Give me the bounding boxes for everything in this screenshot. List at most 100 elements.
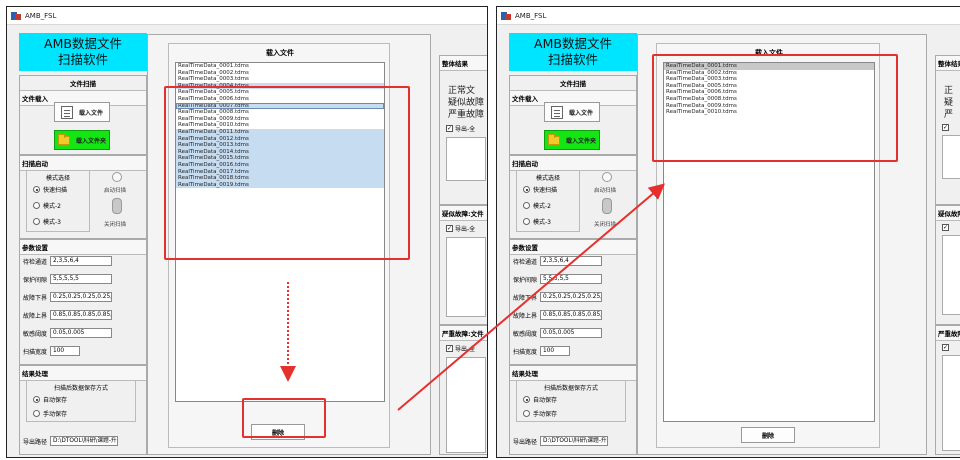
severe-result-title: 严重故障:文件 <box>440 326 487 341</box>
file-list-item[interactable]: RealTimeData_0001.tdms <box>176 63 384 70</box>
file-list-item[interactable]: RealTimeData_0005.tdms <box>176 89 384 96</box>
file-list-item[interactable]: RealTimeData_0003.tdms <box>176 76 384 83</box>
param-input-gap[interactable]: 5,5,5,5,5 <box>50 274 112 284</box>
file-list-item[interactable]: RealTimeData_0018.tdms <box>176 175 384 182</box>
param-input-width[interactable]: 100 <box>50 346 80 356</box>
export-all-checkbox-3[interactable]: ✓ 导出-全 <box>440 344 487 353</box>
suspect-result-panel: 疑似故障:文件 ✓ <box>935 205 960 325</box>
load-folder-button[interactable]: 载入文件夹 <box>54 130 110 150</box>
file-list-item[interactable]: RealTimeData_0011.tdms <box>176 128 384 136</box>
file-list-item[interactable]: RealTimeData_0009.tdms <box>176 116 384 123</box>
result-proc-panel: 结果处理 扫描后数据保存方式 自动保存 手动保存 导出路径 D:\DTOOL\科研… <box>19 365 147 455</box>
document-icon <box>60 105 73 119</box>
param-input-sensitivity[interactable]: 0.05,0.005 <box>540 328 602 338</box>
window-before: AMB_FSL AMB数据文件 扫描软件 文件扫描 文件载入 载入文件 载入文件… <box>6 6 488 458</box>
mode-radio-fast[interactable]: 快速扫描 <box>33 185 67 194</box>
file-list-item[interactable]: RealTimeData_0008.tdms <box>664 96 874 103</box>
scan-toggle-switch[interactable] <box>112 198 122 214</box>
file-list-item[interactable]: RealTimeData_0007.tdms <box>176 102 384 110</box>
file-scan-title: 文件扫描 <box>20 76 146 91</box>
export-all-checkbox-2[interactable]: ✓ 导出-全 <box>440 224 487 233</box>
radio-icon <box>33 396 40 403</box>
brand-banner: AMB数据文件 扫描软件 <box>19 33 147 71</box>
file-list-item[interactable]: RealTimeData_0001.tdms <box>664 63 874 70</box>
scan-start-heading: 扫描启动 <box>20 156 146 171</box>
param-row-upper: 故障上界0.85,0.85,0.85,0.85,0.85 <box>23 310 112 320</box>
overall-result-panel: 整体结果 正 疑 严 ✓ <box>935 55 960 205</box>
file-list-item[interactable]: RealTimeData_0010.tdms <box>176 122 384 129</box>
save-radio-auto[interactable]: 自动保存 <box>523 395 557 404</box>
export-path-input[interactable]: D:\DTOOL\科研\课题-升 <box>50 436 118 446</box>
folder-icon <box>57 133 70 145</box>
file-list-item[interactable]: RealTimeData_0004.tdms <box>176 82 384 90</box>
load-folder-button[interactable]: 载入文件夹 <box>544 130 600 150</box>
mode-radio-2[interactable]: 模式-2 <box>33 201 61 210</box>
file-list-item[interactable]: RealTimeData_0010.tdms <box>664 109 874 116</box>
load-file-button[interactable]: 载入文件 <box>544 102 600 122</box>
param-input-upper[interactable]: 0.85,0.85,0.85,0.85,0.85 <box>540 310 602 320</box>
file-list-item[interactable]: RealTimeData_0012.tdms <box>176 135 384 143</box>
radio-icon <box>523 396 530 403</box>
load-frame-area: 载入文件 RealTimeData_0001.tdms RealTimeData_… <box>147 34 431 455</box>
file-list-item[interactable]: RealTimeData_0002.tdms <box>176 70 384 77</box>
export-all-checkbox-1[interactable]: ✓ 导出-全 <box>440 124 487 133</box>
param-input-lower[interactable]: 0.25,0.25,0.25,0.25,0.25 <box>540 292 602 302</box>
result-normal-text: 正常文 <box>448 86 476 96</box>
file-listbox[interactable]: RealTimeData_0001.tdms RealTimeData_0002.… <box>175 62 385 402</box>
export-path-row: 导出路径 D:\DTOOL\科研\课题-升 <box>513 436 608 446</box>
param-input-gap[interactable]: 5,5,5,5,5 <box>540 274 602 284</box>
overall-result-panel: 整体结果 正常文 疑似故障 严重故障 ✓ 导出-全 <box>439 55 487 205</box>
param-row-sensitivity: 敏感阈度 0.05,0.005 <box>20 328 148 338</box>
export-checkbox[interactable]: ✓ <box>936 224 960 231</box>
file-list-item[interactable]: RealTimeData_0008.tdms <box>176 109 384 116</box>
delete-button[interactable]: 删除 <box>741 427 795 443</box>
severe-result-panel: 严重故障:文件 ✓ 导出-全 <box>439 325 487 455</box>
file-list-item[interactable]: RealTimeData_0009.tdms <box>664 103 874 110</box>
param-input-lower[interactable]: 0.25,0.25,0.25,0.25,0.25 <box>50 292 112 302</box>
param-row-sensitivity: 敏感阈度 0.05,0.005 <box>510 328 638 338</box>
file-list-item[interactable]: RealTimeData_0006.tdms <box>176 96 384 103</box>
param-input-channels[interactable]: 2,3,5,6,4 <box>540 256 602 266</box>
file-list-item[interactable]: RealTimeData_0013.tdms <box>176 142 384 149</box>
mode-radio-2[interactable]: 模式-2 <box>523 201 551 210</box>
mode-radio-3[interactable]: 模式-3 <box>523 217 551 226</box>
file-list-item[interactable]: RealTimeData_0017.tdms <box>176 168 384 176</box>
export-checkbox[interactable]: ✓ <box>936 124 960 131</box>
radio-icon <box>523 186 530 193</box>
radio-icon <box>33 410 40 417</box>
mode-radio-3[interactable]: 模式-3 <box>33 217 61 226</box>
file-list-item[interactable]: RealTimeData_0003.tdms <box>664 76 874 83</box>
window-title: AMB_FSL <box>515 11 547 20</box>
file-list-item[interactable]: RealTimeData_0002.tdms <box>664 70 874 77</box>
file-list-item[interactable]: RealTimeData_0015.tdms <box>176 155 384 162</box>
window-title: AMB_FSL <box>25 11 57 20</box>
folder-icon <box>547 133 560 145</box>
overall-result-title: 整体结果 <box>440 56 487 71</box>
file-list-item[interactable]: RealTimeData_0006.tdms <box>664 89 874 96</box>
param-input-channels[interactable]: 2,3,5,6,4 <box>50 256 112 266</box>
param-input-sensitivity[interactable]: 0.05,0.005 <box>50 328 112 338</box>
file-list-item[interactable]: RealTimeData_0005.tdms <box>664 83 874 90</box>
save-radio-manual[interactable]: 手动保存 <box>523 409 557 418</box>
file-list-after: RealTimeData_0001.tdms RealTimeData_0002.… <box>664 63 874 116</box>
save-radio-manual[interactable]: 手动保存 <box>33 409 67 418</box>
overall-result-box <box>446 137 486 181</box>
param-input-width[interactable]: 100 <box>540 346 570 356</box>
file-list-item[interactable]: RealTimeData_0016.tdms <box>176 161 384 169</box>
param-input-upper[interactable]: 0.85,0.85,0.85,0.85,0.85 <box>50 310 112 320</box>
delete-button[interactable]: 删除 <box>251 424 305 440</box>
export-path-row: 导出路径 D:\DTOOL\科研\课题-升 <box>23 436 118 446</box>
save-radio-auto[interactable]: 自动保存 <box>33 395 67 404</box>
brand-line-2: 扫描软件 <box>57 52 108 67</box>
mode-radio-fast[interactable]: 快速扫描 <box>523 185 557 194</box>
load-file-button[interactable]: 载入文件 <box>54 102 110 122</box>
export-checkbox[interactable]: ✓ <box>936 344 960 351</box>
file-listbox[interactable]: RealTimeData_0001.tdms RealTimeData_0002.… <box>663 62 875 422</box>
file-list-item[interactable]: RealTimeData_0019.tdms <box>176 181 384 189</box>
checkbox-icon: ✓ <box>942 224 949 231</box>
file-list-item[interactable]: RealTimeData_0014.tdms <box>176 148 384 156</box>
scan-start-panel: 扫描启动 模式选择 快速扫描 模式-2 模式-3 启动扫描 关闭扫描 <box>19 155 147 239</box>
scan-toggle-switch[interactable] <box>602 198 612 214</box>
radio-icon <box>523 218 530 225</box>
export-path-input[interactable]: D:\DTOOL\科研\课题-升 <box>540 436 608 446</box>
